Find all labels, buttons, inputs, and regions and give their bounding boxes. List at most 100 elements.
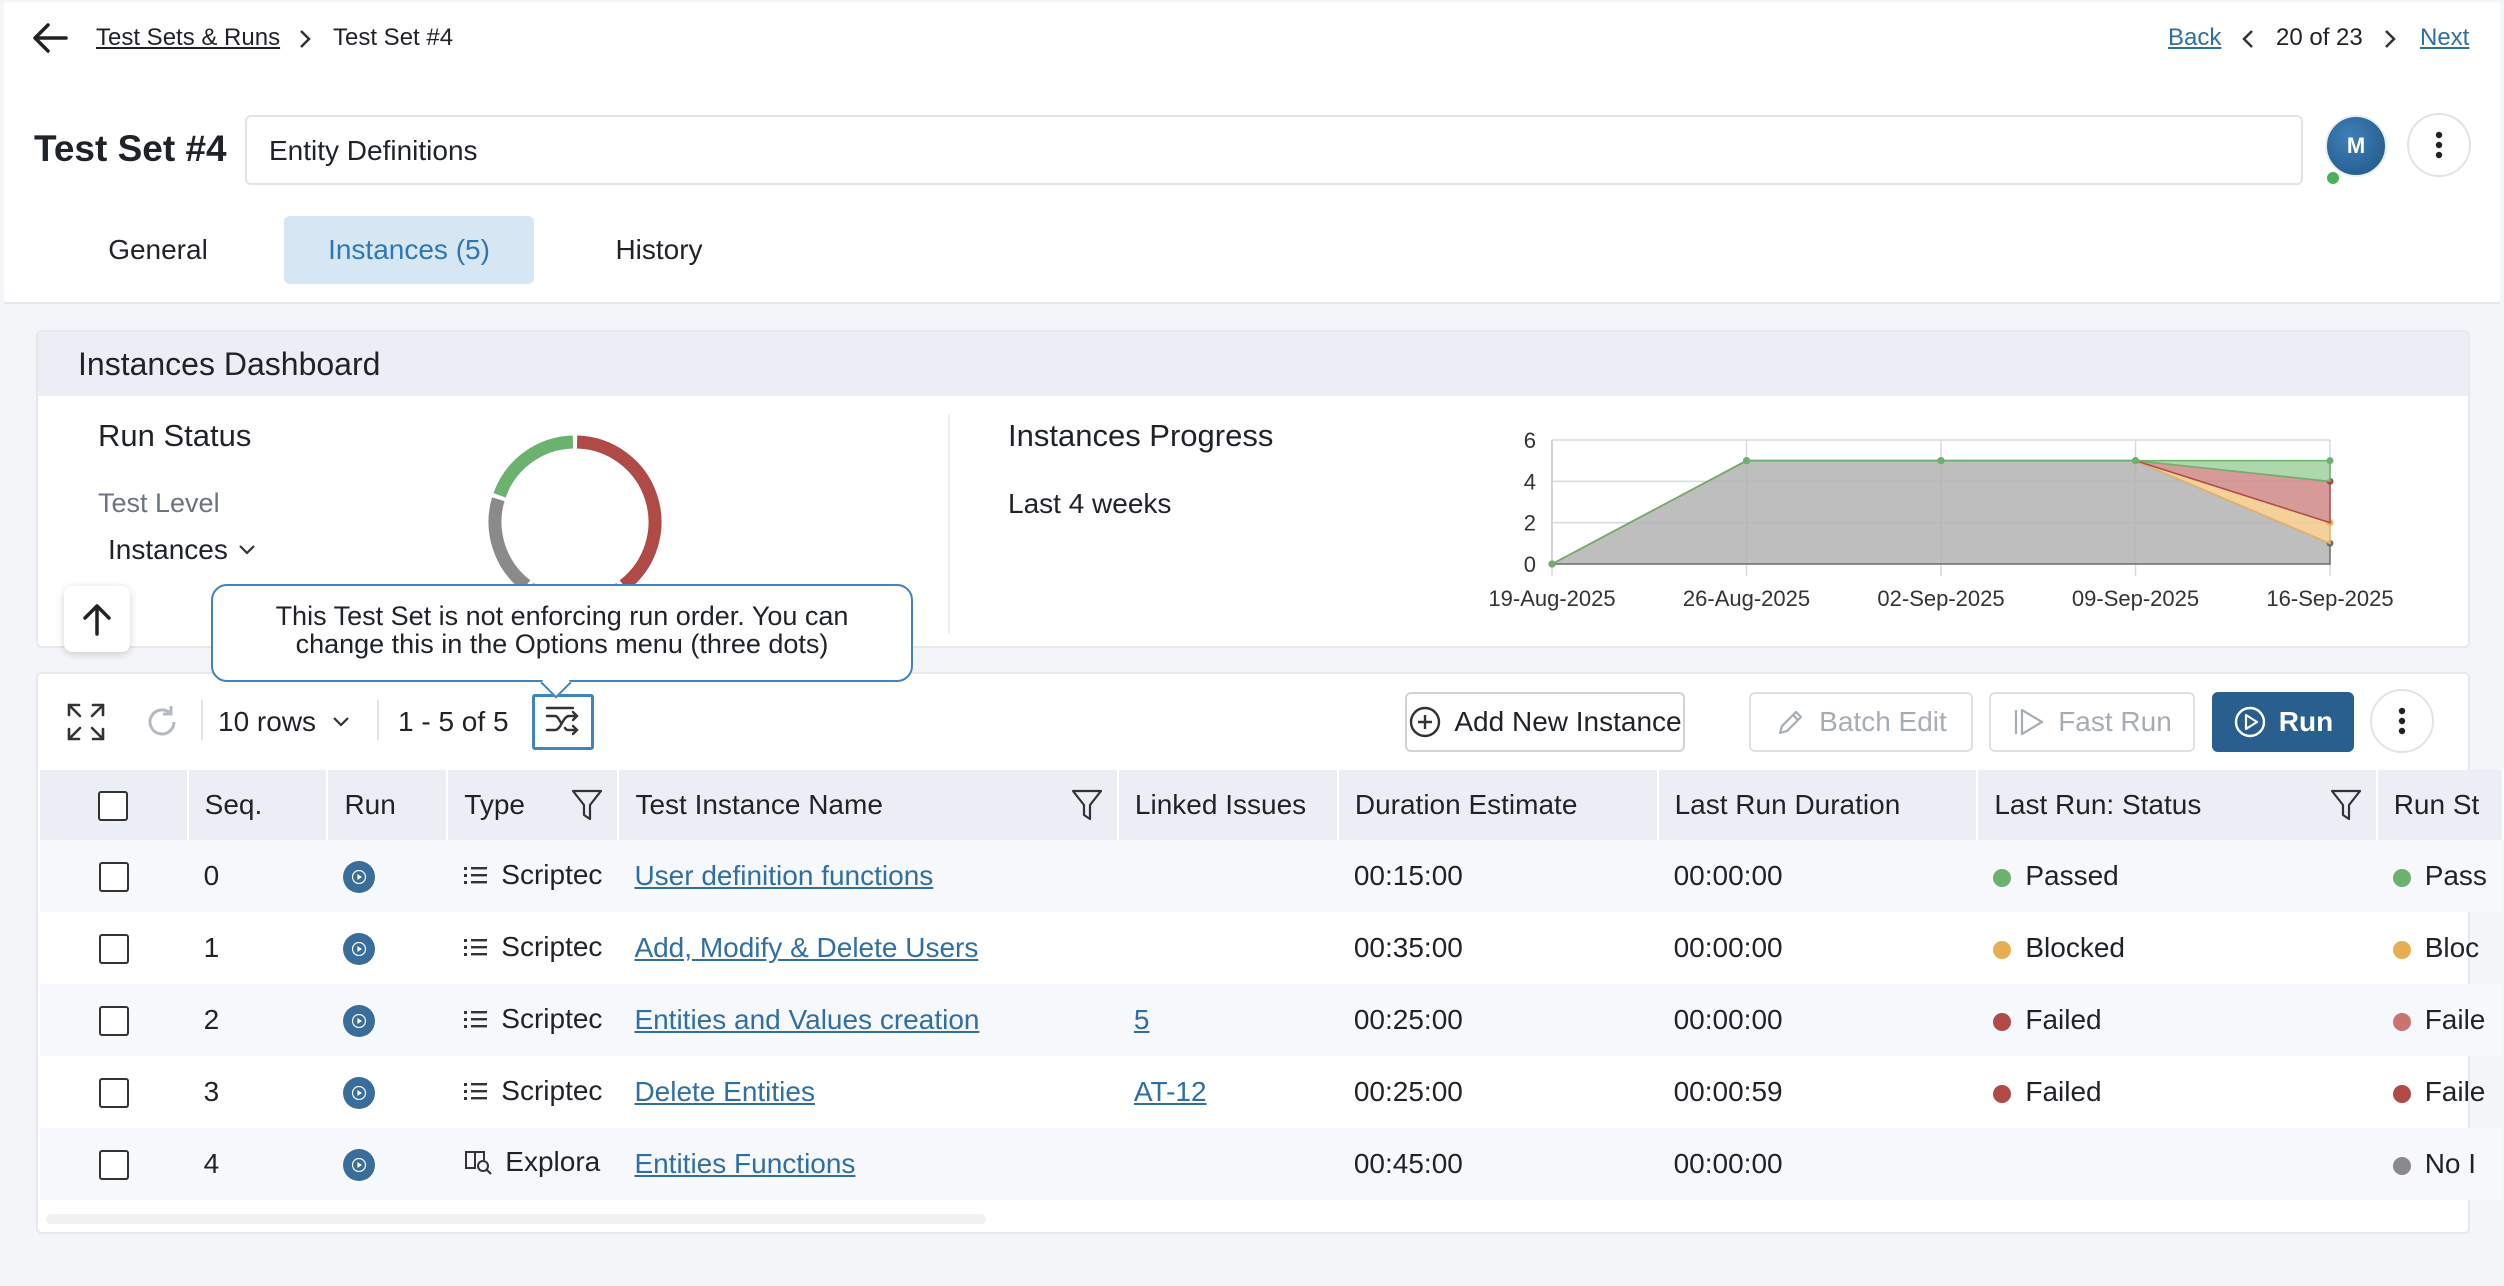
- add-new-instance-button[interactable]: Add New Instance: [1405, 692, 1685, 752]
- run-order-indicator-button[interactable]: [532, 694, 594, 750]
- duration-estimate-cell: 00:15:00: [1337, 840, 1658, 912]
- type-label: Explora: [505, 1145, 601, 1177]
- pencil-icon: [1779, 710, 1803, 735]
- play-icon: [352, 870, 367, 884]
- filter-icon[interactable]: [1071, 788, 1103, 822]
- options-menu-button[interactable]: [2407, 113, 2471, 177]
- duration-estimate-cell: 00:35:00: [1353, 932, 1463, 963]
- row-checkbox[interactable]: [98, 934, 129, 965]
- breadcrumb-parent-link[interactable]: Test Sets & Runs: [96, 24, 280, 52]
- play-button[interactable]: [343, 1077, 376, 1109]
- table-row[interactable]: 3 Scriptec Delete Entities AT-12 00:25:00 00:…: [40, 1056, 2503, 1128]
- filter-icon[interactable]: [2330, 788, 2362, 822]
- rows-per-page-select[interactable]: 10 rows: [218, 706, 350, 738]
- tab-instances[interactable]: Instances (5): [284, 216, 534, 284]
- column-header-name-label: Test Instance Name: [635, 789, 883, 820]
- column-header-last-run-status-label: Last Run: Status: [1994, 789, 2202, 820]
- back-link[interactable]: Back: [2168, 24, 2221, 52]
- column-header-last-run-status[interactable]: Last Run: Status: [1977, 770, 2378, 840]
- data-point: [2326, 457, 2334, 465]
- row-checkbox[interactable]: [98, 1150, 129, 1181]
- test-set-name-input[interactable]: Entity Definitions: [245, 115, 2303, 185]
- run-cell: [327, 1128, 448, 1200]
- linked-issues-cell: [1117, 1128, 1338, 1200]
- x-tick-label: 26-Aug-2025: [1683, 586, 1810, 611]
- row-checkbox[interactable]: [98, 1078, 129, 1109]
- table-row[interactable]: 2 Scriptec Entities and Values creation 5 00…: [40, 984, 2503, 1056]
- x-tick-label: 16-Sep-2025: [2266, 586, 2393, 611]
- run-status-title: Run Status: [98, 418, 252, 453]
- seq-cell: 1: [203, 932, 220, 963]
- linked-issue-link[interactable]: 5: [1134, 1004, 1150, 1035]
- last-run-duration-cell: 00:00:00: [1657, 1128, 1978, 1200]
- back-arrow-icon[interactable]: [30, 20, 70, 56]
- filter-icon[interactable]: [571, 788, 603, 822]
- next-link[interactable]: Next: [2420, 24, 2469, 52]
- last-run-duration-cell: 00:00:00: [1673, 932, 1783, 963]
- previous-chevron-icon[interactable]: [2240, 28, 2256, 50]
- run-cell: [327, 984, 448, 1056]
- expand-icon[interactable]: [66, 702, 106, 742]
- instance-name-link[interactable]: Delete Entities: [634, 1076, 815, 1107]
- last-run-duration-cell: 00:00:00: [1657, 984, 1978, 1056]
- online-status-indicator: [2325, 170, 2341, 186]
- status-dot: [2392, 1084, 2411, 1103]
- instances-table: Seq. Run Type Test Instance Name Linked …: [40, 770, 2504, 1200]
- column-header-duration-estimate[interactable]: Duration Estimate: [1337, 770, 1659, 840]
- play-button[interactable]: [343, 861, 376, 893]
- fast-run-button[interactable]: Fast Run: [1989, 692, 2195, 752]
- chevron-down-icon: [333, 717, 349, 727]
- column-header-seq[interactable]: Seq.: [187, 770, 329, 840]
- tab-history[interactable]: History: [574, 216, 744, 284]
- column-header-type[interactable]: Type: [447, 770, 620, 840]
- batch-edit-button[interactable]: Batch Edit: [1749, 692, 1973, 752]
- grid-options-button[interactable]: [2370, 689, 2434, 753]
- row-checkbox[interactable]: [98, 862, 129, 893]
- play-button[interactable]: [343, 1149, 376, 1181]
- instance-name-link[interactable]: Add, Modify & Delete Users: [634, 932, 978, 963]
- status-label: Failed: [2025, 1004, 2102, 1035]
- column-header-linked-issues[interactable]: Linked Issues: [1117, 770, 1339, 840]
- test-level-select[interactable]: Instances: [108, 534, 256, 566]
- run-label: Run: [2278, 706, 2334, 737]
- instance-name-link[interactable]: Entities and Values creation: [634, 1004, 979, 1035]
- fast-forward-icon: [2015, 708, 2044, 736]
- last-run-duration-cell: 00:00:00: [1657, 840, 1978, 912]
- play-button[interactable]: [343, 1005, 376, 1037]
- name-cell: Add, Modify & Delete Users: [618, 912, 1117, 984]
- instance-name-link[interactable]: Entities Functions: [634, 1148, 855, 1179]
- donut-slice-no-run: [488, 497, 531, 591]
- column-header-run[interactable]: Run: [327, 770, 449, 840]
- breadcrumb-separator-icon: [300, 30, 311, 48]
- next-chevron-icon[interactable]: [2382, 28, 2398, 50]
- list-icon: [464, 1011, 488, 1028]
- table-row[interactable]: 4 Explora Entities Functions 00:45:00 00:00:…: [40, 1128, 2503, 1200]
- tab-general[interactable]: General: [70, 216, 246, 284]
- row-select-cell: [40, 912, 188, 984]
- horizontal-scrollbar[interactable]: [46, 1214, 986, 1224]
- play-button[interactable]: [343, 933, 376, 965]
- page-title: Test Set #4: [34, 128, 227, 169]
- avatar[interactable]: M: [2325, 115, 2387, 177]
- row-checkbox[interactable]: [98, 1006, 129, 1037]
- last-run-status-cell: [1977, 1128, 2377, 1200]
- rows-per-page-value: 10 rows: [218, 706, 317, 737]
- table-row[interactable]: 0 Scriptec User definition functions 00:15:…: [40, 840, 2503, 912]
- refresh-icon[interactable]: [144, 704, 180, 740]
- run-cell: [327, 1056, 447, 1128]
- linked-issue-link[interactable]: AT-12: [1134, 1076, 1207, 1107]
- status-label: Failed: [2025, 1076, 2102, 1107]
- seq-cell: 0: [187, 840, 328, 912]
- type-cell: Scriptec: [447, 840, 619, 912]
- run-status-label: Faile: [2424, 1076, 2486, 1107]
- scroll-to-top-button[interactable]: [64, 586, 130, 652]
- select-all-checkbox[interactable]: [98, 791, 129, 822]
- table-row[interactable]: 1 Scriptec Add, Modify & Delete Users 00:35…: [40, 912, 2503, 984]
- column-header-name[interactable]: Test Instance Name: [618, 770, 1119, 840]
- column-header-last-run-duration[interactable]: Last Run Duration: [1657, 770, 1979, 840]
- column-header-run-status[interactable]: Run St: [2376, 770, 2504, 840]
- run-button[interactable]: Run: [2212, 692, 2354, 752]
- status-dot: [1993, 1084, 2012, 1103]
- type-label: Scriptec: [501, 859, 603, 890]
- instance-name-link[interactable]: User definition functions: [634, 860, 933, 891]
